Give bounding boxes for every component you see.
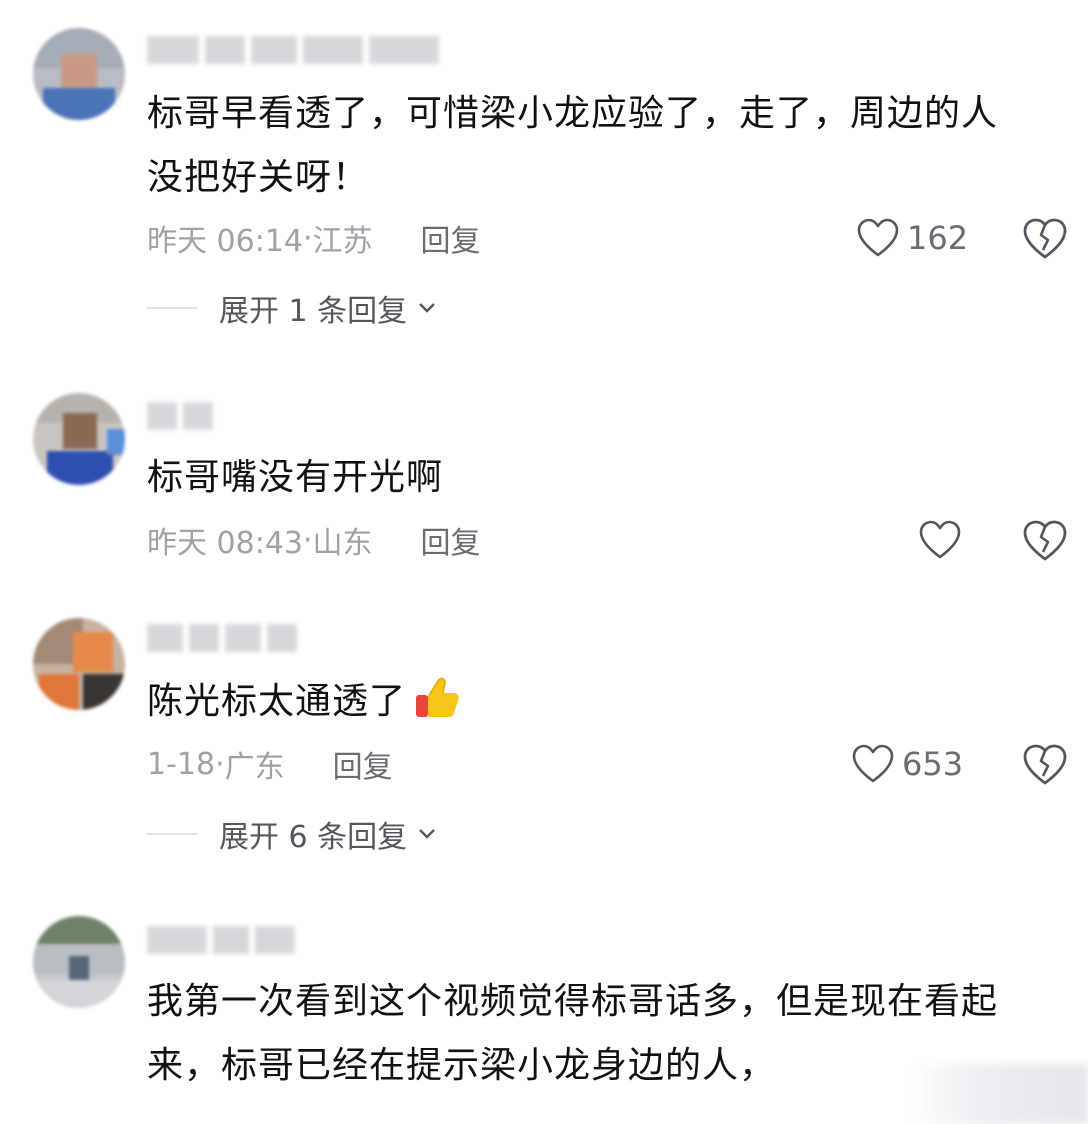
heart-outline-icon — [919, 520, 961, 559]
comment-location: 广东 — [224, 750, 285, 785]
expand-replies-button[interactable]: 展开 1 条回复 — [147, 286, 437, 330]
username-blurred[interactable] — [147, 36, 439, 66]
blur-overlay — [908, 1064, 1088, 1124]
avatar[interactable] — [33, 916, 125, 1008]
broken-heart-icon[interactable] — [1022, 518, 1068, 564]
comment-time: 昨天 06:14 — [147, 224, 303, 259]
avatar[interactable] — [33, 618, 125, 710]
like-button[interactable]: 653 — [852, 740, 963, 788]
comment-location: 江苏 — [312, 224, 373, 259]
comment-text: 标哥早看透了，可惜梁小龙应验了，走了，周边的人 没把好关呀！ — [147, 93, 999, 198]
avatar[interactable] — [33, 28, 125, 120]
avatar[interactable] — [33, 393, 125, 485]
username-blurred[interactable] — [147, 624, 297, 654]
heart-outline-icon — [852, 744, 894, 783]
expand-divider — [147, 307, 197, 309]
expand-divider — [147, 833, 197, 835]
reply-button[interactable]: 回复 — [421, 518, 481, 562]
comment-text: 陈光标太通透了 — [147, 670, 1067, 734]
like-button[interactable]: 162 — [857, 214, 968, 262]
comment-location: 山东 — [312, 526, 373, 561]
like-button[interactable] — [919, 516, 961, 564]
expand-replies-button[interactable]: 展开 6 条回复 — [147, 812, 437, 856]
heart-outline-icon — [857, 218, 899, 257]
username-blurred[interactable] — [147, 402, 213, 432]
meta-separator: · — [303, 522, 313, 558]
broken-heart-icon[interactable] — [1022, 742, 1068, 788]
meta-separator: · — [215, 746, 225, 782]
thumbs-up-emoji — [416, 677, 459, 717]
username-blurred[interactable] — [147, 926, 295, 956]
like-count: 653 — [902, 745, 964, 783]
comment-meta: 昨天 06:14 · 江苏 回复 — [147, 216, 481, 260]
broken-heart-icon[interactable] — [1022, 216, 1068, 262]
chevron-down-icon — [419, 303, 436, 313]
chevron-down-icon — [419, 829, 436, 839]
comment-meta: 昨天 08:43 · 山东 回复 — [147, 518, 481, 562]
reply-button[interactable]: 回复 — [333, 742, 393, 786]
expand-label: 展开 1 条回复 — [219, 294, 408, 329]
comment-text: 标哥嘴没有开光啊 — [147, 457, 444, 498]
expand-label: 展开 6 条回复 — [219, 820, 408, 855]
comment-time: 昨天 08:43 — [147, 526, 303, 561]
comment-meta: 1-18 · 广东 回复 — [147, 742, 393, 786]
meta-separator: · — [303, 220, 313, 256]
comment-time: 1-18 — [147, 746, 216, 782]
reply-button[interactable]: 回复 — [421, 216, 481, 260]
like-count: 162 — [907, 219, 969, 257]
comment-list: 标哥早看透了，可惜梁小龙应验了，走了，周边的人 没把好关呀！ 昨天 06:14 … — [0, 0, 1088, 1124]
